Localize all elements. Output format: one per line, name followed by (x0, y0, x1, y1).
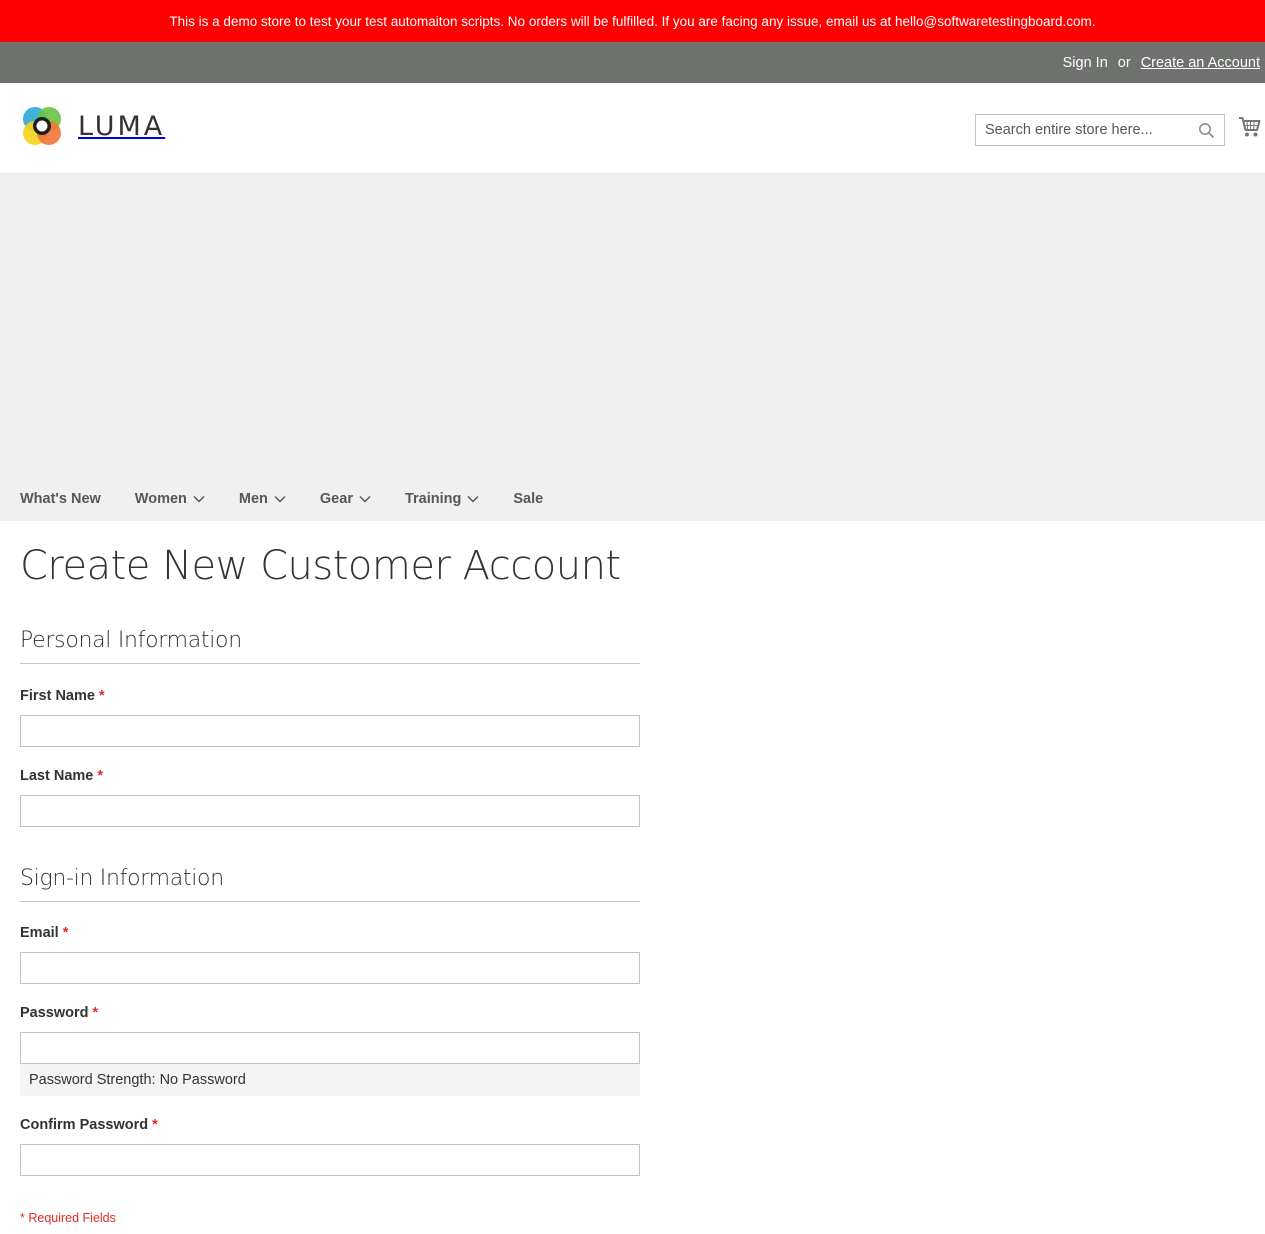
nav-item-women[interactable]: Women (135, 491, 205, 507)
password-label: Password * (20, 1005, 98, 1021)
required-asterisk: * (62, 925, 69, 941)
panel-header: Sign In or Create an Account (0, 42, 1265, 83)
email-label: Email * (20, 925, 68, 941)
logo[interactable]: LUMA (20, 104, 165, 148)
header: LUMA (0, 83, 1265, 173)
required-asterisk: * (97, 768, 103, 784)
search-input[interactable] (976, 115, 1186, 145)
nav-item-label: Gear (319, 491, 353, 507)
sign-in-link[interactable]: Sign In (1063, 55, 1108, 71)
password-strength-meter: Password Strength: No Password (20, 1064, 640, 1096)
confirm-password-label-text: Confirm Password (20, 1117, 149, 1133)
nav-item-sale[interactable]: Sale (513, 491, 543, 507)
last-name-label: Last Name * (20, 768, 103, 784)
email-field[interactable] (20, 952, 640, 984)
search-icon[interactable] (1198, 122, 1215, 139)
last-name-field[interactable] (20, 795, 640, 827)
nav-item-training[interactable]: Training (405, 491, 479, 507)
password-label-text: Password (20, 1005, 89, 1021)
logo-text: LUMA (78, 110, 166, 142)
password-strength-text: Password Strength: No Password (29, 1072, 246, 1088)
cart-icon[interactable] (1238, 116, 1261, 138)
first-name-label-text: First Name (20, 688, 95, 704)
create-account-link[interactable]: Create an Account (1141, 55, 1260, 71)
nav-item-label: Sale (513, 491, 544, 507)
chevron-down-icon (274, 495, 286, 503)
luma-logo-icon (23, 107, 61, 145)
password-field[interactable] (20, 1032, 640, 1064)
nav-item-label: What's New (20, 491, 101, 507)
sign-in-information-legend: Sign-in Information (20, 866, 640, 902)
confirm-password-label: Confirm Password * (20, 1117, 158, 1133)
nav-item-label: Women (134, 491, 187, 507)
nav-item-men[interactable]: Men (239, 491, 286, 507)
chevron-down-icon (193, 495, 205, 503)
personal-information-legend: Personal Information (20, 628, 640, 664)
chevron-down-icon (359, 495, 371, 503)
email-label-text: Email (20, 925, 59, 941)
nav-item-label: Men (238, 491, 268, 507)
confirm-password-field[interactable] (20, 1144, 640, 1176)
nav-area: What's New Women Men Gear Training Sale (0, 173, 1265, 521)
required-asterisk: * (92, 1005, 99, 1021)
first-name-label: First Name * (20, 688, 105, 704)
nav-item-gear[interactable]: Gear (320, 491, 371, 507)
required-asterisk: * (98, 688, 105, 704)
last-name-label-text: Last Name (20, 768, 94, 784)
chevron-down-icon (467, 495, 479, 503)
required-fields-note: * Required Fields (20, 1211, 116, 1225)
main-nav: What's New Women Men Gear Training Sale (20, 491, 577, 507)
first-name-field[interactable] (20, 715, 640, 747)
page-title: Create New Customer Account (20, 543, 621, 589)
nav-item-label: Training (404, 491, 462, 507)
demo-banner: This is a demo store to test your test a… (0, 0, 1265, 42)
or-separator: or (1117, 54, 1131, 71)
demo-banner-text: This is a demo store to test your test a… (169, 13, 1096, 29)
required-asterisk: * (152, 1117, 158, 1133)
nav-item-whats-new[interactable]: What's New (20, 491, 101, 507)
search-box (975, 114, 1225, 146)
